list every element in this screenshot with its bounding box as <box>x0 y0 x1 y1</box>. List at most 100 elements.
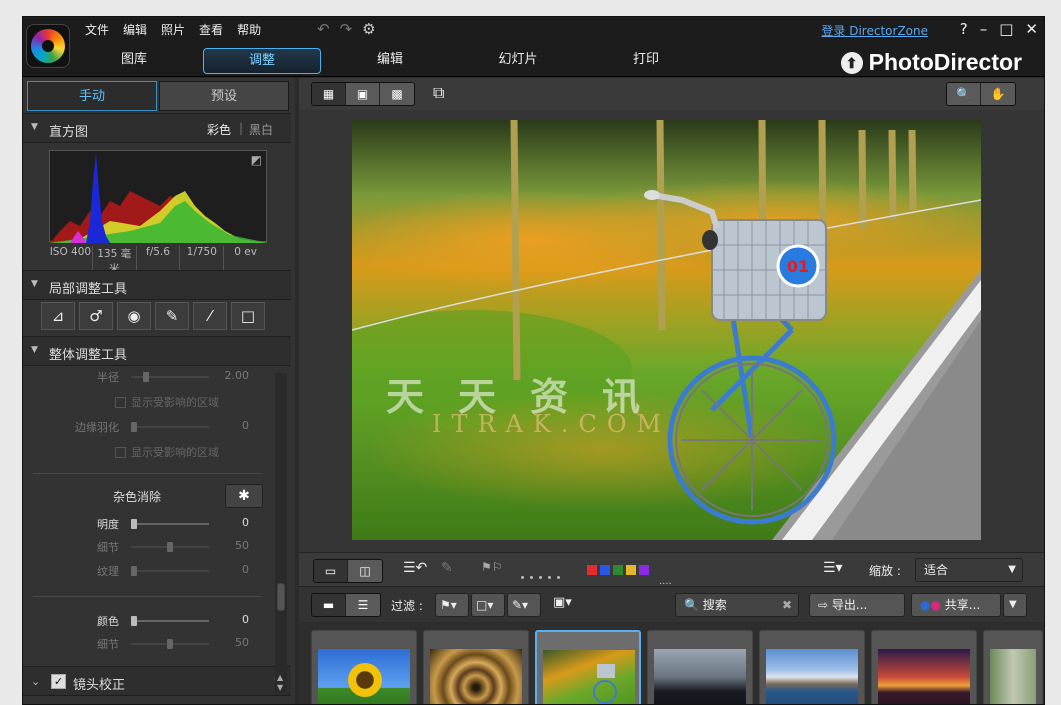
scrollbar-thumb[interactable] <box>277 583 285 611</box>
color-label-swatch[interactable] <box>587 565 597 575</box>
minimize-button[interactable]: – <box>980 20 988 38</box>
show-affected-checkbox[interactable]: 显示受影响的区域 <box>115 394 219 410</box>
grid-view-icon[interactable]: ▦ <box>312 83 346 105</box>
rating-dots[interactable] <box>521 568 566 582</box>
color-label-swatch[interactable] <box>639 565 649 575</box>
thumbnail[interactable] <box>871 630 977 704</box>
texture-slider[interactable]: 纹理 0 <box>23 561 283 579</box>
magic-wand-icon[interactable]: ✱ <box>225 484 263 508</box>
color-labels[interactable] <box>587 564 652 578</box>
single-layout-icon[interactable]: ▭ <box>314 560 348 582</box>
menu-help[interactable]: 帮助 <box>237 21 261 38</box>
slider-knob[interactable] <box>131 519 137 529</box>
tab-adjust[interactable]: 调整 <box>203 48 321 74</box>
share-icon: ● <box>920 598 931 612</box>
slider-knob[interactable] <box>143 372 149 382</box>
hand-icon[interactable]: ✋ <box>981 83 1015 105</box>
filmstrip-view-icon[interactable]: ▬ <box>312 594 346 616</box>
sort-icon[interactable]: ☰▾ <box>823 560 843 576</box>
zoom-select[interactable]: 适合 ▼ <box>915 558 1023 582</box>
color-label-swatch[interactable] <box>613 565 623 575</box>
undo-icon[interactable]: ↶ <box>317 20 330 38</box>
brush-icon[interactable]: ✎ <box>155 302 189 330</box>
panel-scrollbar[interactable]: ▲ ▼ <box>275 373 287 693</box>
gradient-icon[interactable]: ⁄ <box>193 302 227 330</box>
export-button[interactable]: ⇨ 导出... <box>809 593 905 617</box>
settings-icon[interactable]: ⚙ <box>362 20 375 38</box>
clipping-warning-icon[interactable]: ◩ <box>251 153 262 167</box>
resize-handle-icon[interactable]: ···· <box>659 579 672 590</box>
single-view-icon[interactable]: ▣ <box>346 83 380 105</box>
thumbnail[interactable] <box>647 630 753 704</box>
slider-knob[interactable] <box>131 422 137 432</box>
share-button[interactable]: ●● 共享... <box>911 593 1001 617</box>
brand-name: PhotoDirector <box>868 49 1022 75</box>
help-button[interactable]: ? <box>960 20 968 38</box>
tab-edit[interactable]: 编辑 <box>331 48 449 74</box>
edit-filter-icon[interactable]: ✎▾ <box>507 593 541 617</box>
slider-knob[interactable] <box>131 616 137 626</box>
flag-filter-icon[interactable]: ⚑▾ <box>435 593 469 617</box>
lens-correction-header[interactable]: ⌄ ✓ 镜头校正 ↶ <box>23 666 291 696</box>
rotate-icon[interactable]: ☰↶ <box>403 560 427 576</box>
clear-icon[interactable]: ✖ <box>782 594 792 616</box>
feather-slider[interactable]: 边缘羽化 0 <box>23 417 283 435</box>
tab-slideshow[interactable]: 幻灯片 <box>459 48 577 74</box>
slider-knob[interactable] <box>167 639 173 649</box>
menu-file[interactable]: 文件 <box>85 21 109 38</box>
thumbnail[interactable] <box>759 630 865 704</box>
thumbnail[interactable] <box>535 630 641 704</box>
subtab-presets[interactable]: 预设 <box>159 81 289 111</box>
global-tools-header[interactable]: ▼ 整体调整工具 <box>23 336 291 366</box>
color-slider[interactable]: 颜色 0 <box>23 611 283 629</box>
maximize-button[interactable]: □ <box>999 20 1013 38</box>
local-tools-title: 局部调整工具 <box>49 282 128 297</box>
menu-edit[interactable]: 编辑 <box>123 21 147 38</box>
slider-knob[interactable] <box>167 542 173 552</box>
list-view-icon[interactable]: ☰ <box>346 594 380 616</box>
tab-print[interactable]: 打印 <box>587 48 705 74</box>
slider-knob[interactable] <box>131 566 137 576</box>
slider-value: 0 <box>242 563 249 576</box>
spot-removal-icon[interactable]: ♂ <box>79 302 113 330</box>
histogram-color-mode[interactable]: 彩色 <box>207 121 231 138</box>
histogram-bw-mode[interactable]: 黑白 <box>249 121 273 138</box>
menu-photo[interactable]: 照片 <box>161 21 185 38</box>
lens-correction-checkbox[interactable]: ✓ <box>51 674 66 689</box>
main-photo[interactable]: 01 天天资讯 ITRAK.COM <box>352 120 981 540</box>
crop-icon[interactable]: ⊿ <box>41 302 75 330</box>
login-link[interactable]: 登录 DirectorZone <box>821 22 928 39</box>
search-input[interactable]: 🔍 搜索 ✖ <box>675 593 799 617</box>
histogram-header[interactable]: ▼ 直方图 彩色 | 黑白 <box>23 113 291 143</box>
zoom-icon[interactable]: 🔍 <box>947 83 981 105</box>
stack-icon[interactable]: ▣▾ <box>553 595 572 610</box>
flag-icon[interactable]: ⚑⚐ <box>481 560 503 574</box>
thumbnail-view-icon[interactable]: ▩ <box>380 83 414 105</box>
red-eye-icon[interactable]: ◉ <box>117 302 151 330</box>
tab-library[interactable]: 图库 <box>75 48 193 74</box>
share-dropdown-icon[interactable]: ▼ <box>1003 593 1027 617</box>
color-label-swatch[interactable] <box>600 565 610 575</box>
color-detail-slider[interactable]: 细节 50 <box>23 634 283 652</box>
upgrade-arrow-icon[interactable]: ⬆ <box>840 51 863 74</box>
pen-icon[interactable]: ✎ <box>441 560 453 576</box>
compare-icon[interactable]: ⧉ <box>433 83 444 103</box>
menu-view[interactable]: 查看 <box>199 21 223 38</box>
thumbnail[interactable] <box>423 630 529 704</box>
show-affected-checkbox[interactable]: 显示受影响的区域 <box>115 444 219 460</box>
color-label-swatch[interactable] <box>626 565 636 575</box>
thumbnail[interactable] <box>311 630 417 704</box>
close-button[interactable]: ✕ <box>1025 20 1038 38</box>
thumbnail[interactable] <box>983 630 1043 704</box>
scroll-down-icon[interactable]: ▼ <box>277 683 283 692</box>
radius-slider[interactable]: 半径 2.00 <box>23 367 283 385</box>
scroll-up-icon[interactable]: ▲ <box>277 673 283 682</box>
label-filter-icon[interactable]: □▾ <box>471 593 505 617</box>
local-tools-header[interactable]: ▼ 局部调整工具 <box>23 270 291 300</box>
subtab-manual[interactable]: 手动 <box>27 81 157 111</box>
dual-layout-icon[interactable]: ◫ <box>348 560 382 582</box>
luminance-detail-slider[interactable]: 细节 50 <box>23 537 283 555</box>
radial-icon[interactable]: □ <box>231 302 265 330</box>
redo-icon[interactable]: ↷ <box>340 20 353 38</box>
luminance-slider[interactable]: 明度 0 <box>23 514 283 532</box>
